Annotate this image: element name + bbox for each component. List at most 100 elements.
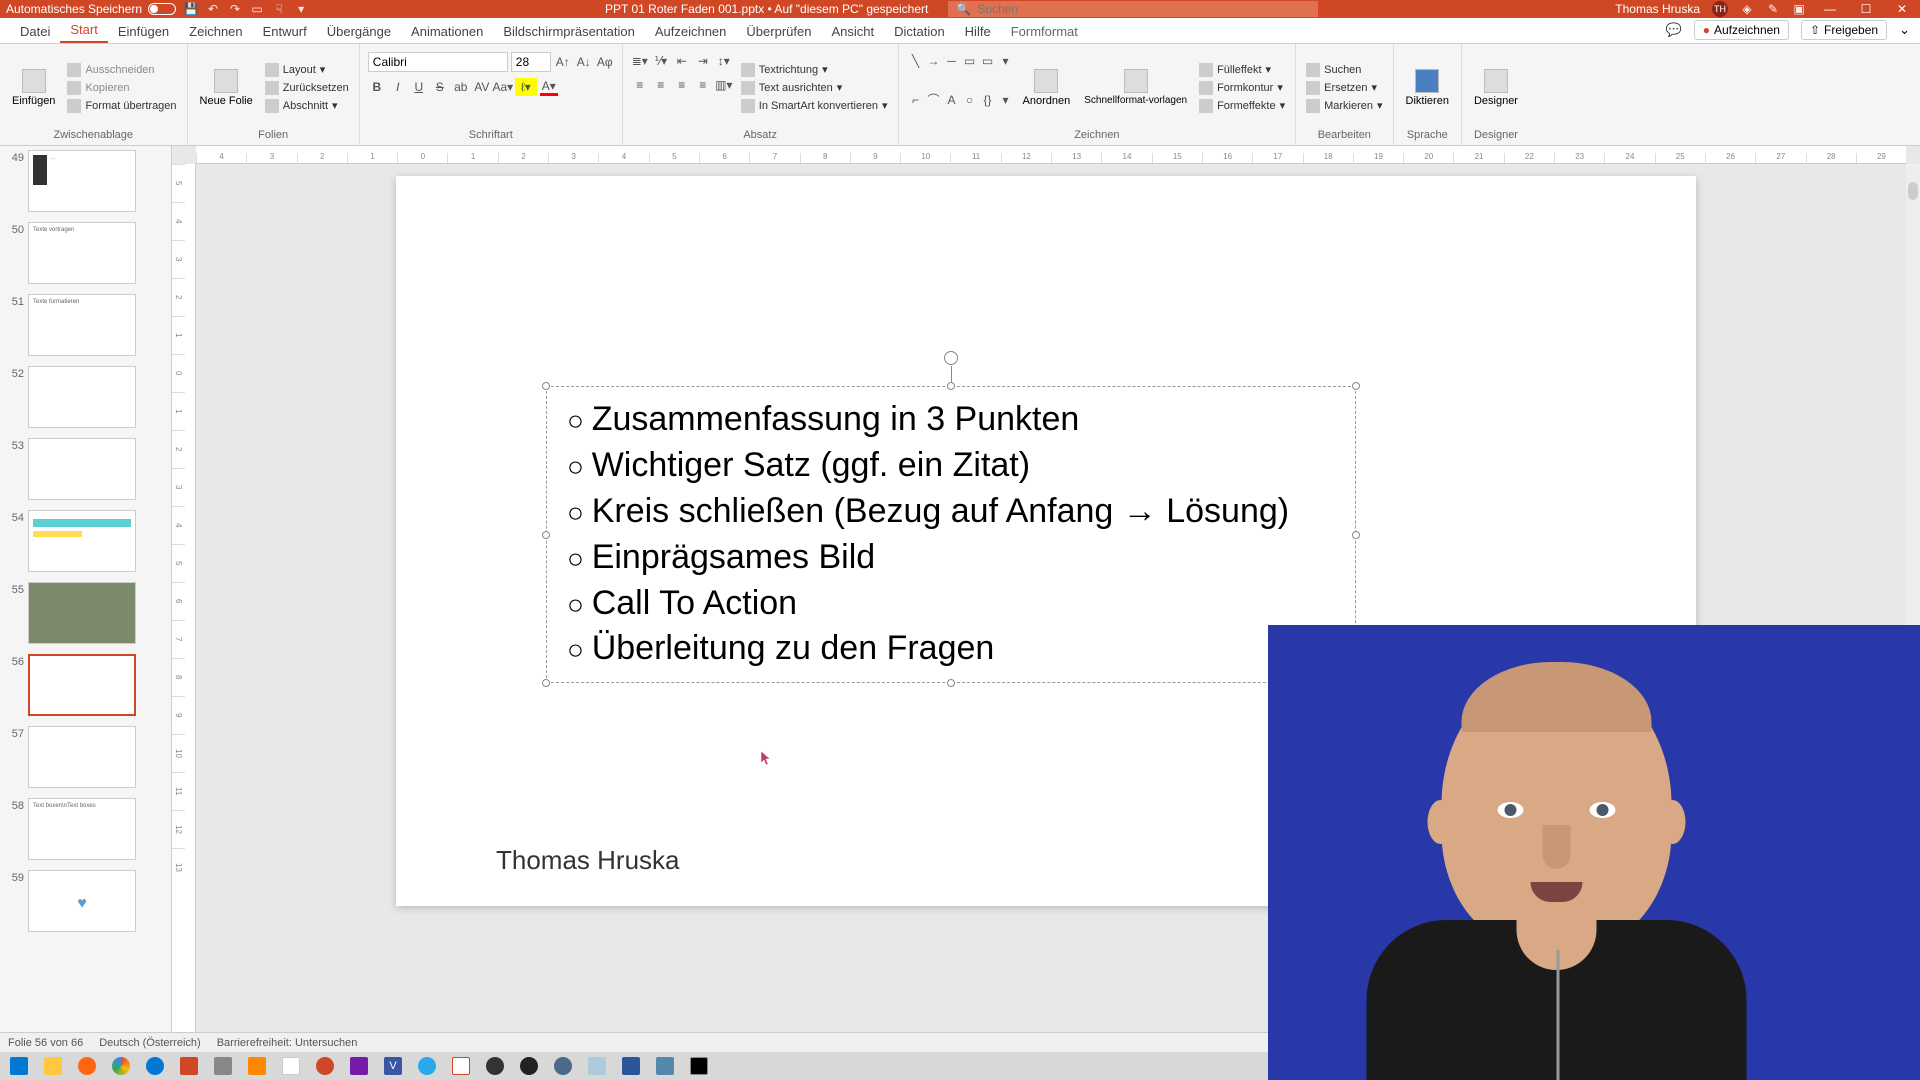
rotate-handle[interactable]	[944, 351, 958, 365]
quick-styles-button[interactable]: Schnellformat-vorlagen	[1080, 48, 1191, 127]
telegram-icon[interactable]	[412, 1054, 442, 1078]
new-slide-button[interactable]: Neue Folie	[196, 48, 257, 127]
select-button[interactable]: Markieren▾	[1304, 98, 1384, 114]
tab-aufzeichnen[interactable]: Aufzeichnen	[645, 20, 737, 43]
firefox-icon[interactable]	[72, 1054, 102, 1078]
tab-datei[interactable]: Datei	[10, 20, 60, 43]
bullets-button[interactable]: ≣▾	[631, 52, 649, 70]
chrome-icon[interactable]	[106, 1054, 136, 1078]
resize-handle-mr[interactable]	[1352, 531, 1360, 539]
tab-uebergaenge[interactable]: Übergänge	[317, 20, 401, 43]
tab-einfuegen[interactable]: Einfügen	[108, 20, 179, 43]
find-button[interactable]: Suchen	[1304, 62, 1384, 78]
shape-more2-icon[interactable]: ▾	[997, 91, 1015, 109]
cut-button[interactable]: Ausschneiden	[65, 62, 178, 78]
bullet-list[interactable]: Zusammenfassung in 3 PunktenWichtiger Sa…	[567, 397, 1335, 672]
bullet-item[interactable]: Kreis schließen (Bezug auf Anfang → Lösu…	[567, 489, 1335, 535]
redo-icon[interactable]: ↷	[228, 2, 242, 16]
thumbnail-preview[interactable]	[28, 438, 136, 500]
app-icon-3[interactable]	[310, 1054, 340, 1078]
record-button[interactable]: ●Aufzeichnen	[1694, 20, 1789, 40]
dictate-button[interactable]: Diktieren	[1402, 48, 1453, 127]
thumbnail-item[interactable]: 53	[4, 438, 167, 500]
accessibility-checker[interactable]: Barrierefreiheit: Untersuchen	[217, 1037, 358, 1049]
vlc-icon[interactable]	[242, 1054, 272, 1078]
thumbnail-preview[interactable]: ♥	[28, 870, 136, 932]
format-painter-button[interactable]: Format übertragen	[65, 98, 178, 114]
bold-button[interactable]: B	[368, 78, 386, 96]
touch-icon[interactable]: ☟	[272, 2, 286, 16]
visio-icon[interactable]: V	[378, 1054, 408, 1078]
word-icon[interactable]	[616, 1054, 646, 1078]
copy-button[interactable]: Kopieren	[65, 80, 178, 96]
replace-button[interactable]: Ersetzen▾	[1304, 80, 1384, 96]
highlight-button[interactable]: ℓ▾	[515, 78, 537, 96]
search-box[interactable]: 🔍	[948, 1, 1318, 17]
obs-icon[interactable]	[480, 1054, 510, 1078]
tab-entwurf[interactable]: Entwurf	[253, 20, 317, 43]
shape-arrow-icon[interactable]: →	[925, 52, 943, 70]
spacing-button[interactable]: AV	[473, 78, 491, 96]
diamond-icon[interactable]: ◈	[1740, 2, 1754, 16]
tab-formformat[interactable]: Formformat	[1001, 20, 1088, 43]
bullet-item[interactable]: Überleitung zu den Fragen	[567, 626, 1335, 672]
thumbnail-item[interactable]: 51Texte formatieren	[4, 294, 167, 356]
clear-format-icon[interactable]: Aφ	[596, 53, 614, 71]
thumbnail-preview[interactable]	[28, 654, 136, 716]
window-icon[interactable]: ▣	[1792, 2, 1806, 16]
thumbnail-preview[interactable]	[28, 366, 136, 428]
thumbnail-preview[interactable]: Texte formatieren	[28, 294, 136, 356]
outline-button[interactable]: Formkontur▾	[1197, 80, 1287, 96]
align-left-button[interactable]: ≡	[631, 76, 649, 94]
tab-dictation[interactable]: Dictation	[884, 20, 955, 43]
thumbnail-item[interactable]: 54	[4, 510, 167, 572]
resize-handle-bl[interactable]	[542, 679, 550, 687]
case-button[interactable]: Aa▾	[494, 78, 512, 96]
shape-line-icon[interactable]: ╲	[907, 52, 925, 70]
bullet-item[interactable]: Zusammenfassung in 3 Punkten	[567, 397, 1335, 443]
indent-right-button[interactable]: ⇥	[694, 52, 712, 70]
increase-font-icon[interactable]: A↑	[554, 53, 572, 71]
shapes-gallery[interactable]: ╲→─▭▭▾ ⌐⌒A○{}▾	[907, 48, 1013, 127]
app-icon-7[interactable]	[582, 1054, 612, 1078]
onenote-icon[interactable]	[344, 1054, 374, 1078]
resize-handle-tl[interactable]	[542, 382, 550, 390]
autosave-toggle[interactable]: Automatisches Speichern	[6, 2, 176, 16]
underline-button[interactable]: U	[410, 78, 428, 96]
minimize-button[interactable]: —	[1818, 2, 1842, 16]
edge-icon[interactable]	[140, 1054, 170, 1078]
content-textbox[interactable]: Zusammenfassung in 3 PunktenWichtiger Sa…	[546, 386, 1356, 683]
undo-icon[interactable]: ↶	[206, 2, 220, 16]
layout-button[interactable]: Layout▾	[263, 62, 351, 78]
numbering-button[interactable]: ⅟▾	[652, 52, 670, 70]
paste-button[interactable]: Einfügen	[8, 48, 59, 127]
thumbnail-preview[interactable]	[28, 510, 136, 572]
shape-oval-icon[interactable]: ○	[961, 91, 979, 109]
app-icon-6[interactable]	[548, 1054, 578, 1078]
thumbnail-item[interactable]: 49...	[4, 150, 167, 212]
thumbnail-item[interactable]: 50Texte vortragen	[4, 222, 167, 284]
italic-button[interactable]: I	[389, 78, 407, 96]
maximize-button[interactable]: ☐	[1854, 2, 1878, 16]
shape-rect2-icon[interactable]: ▭	[979, 52, 997, 70]
indent-left-button[interactable]: ⇤	[673, 52, 691, 70]
columns-button[interactable]: ▥▾	[715, 76, 733, 94]
designer-button[interactable]: Designer	[1470, 48, 1522, 127]
decrease-font-icon[interactable]: A↓	[575, 53, 593, 71]
tab-ansicht[interactable]: Ansicht	[821, 20, 884, 43]
shape-rect-icon[interactable]: ▭	[961, 52, 979, 70]
thumbnail-item[interactable]: 57	[4, 726, 167, 788]
align-center-button[interactable]: ≡	[652, 76, 670, 94]
app-icon-9[interactable]	[684, 1054, 714, 1078]
app-icon-5[interactable]	[514, 1054, 544, 1078]
shape-more-icon[interactable]: ▾	[997, 52, 1015, 70]
thumbnail-preview[interactable]: Texte vortragen	[28, 222, 136, 284]
justify-button[interactable]: ≡	[694, 76, 712, 94]
explorer-icon[interactable]	[38, 1054, 68, 1078]
arrange-button[interactable]: Anordnen	[1019, 48, 1075, 127]
bullet-item[interactable]: Einprägsames Bild	[567, 535, 1335, 581]
bullet-item[interactable]: Call To Action	[567, 581, 1335, 627]
thumbnail-preview[interactable]	[28, 582, 136, 644]
shape-brace-icon[interactable]: {}	[979, 91, 997, 109]
font-color-button[interactable]: A▾	[540, 78, 558, 96]
